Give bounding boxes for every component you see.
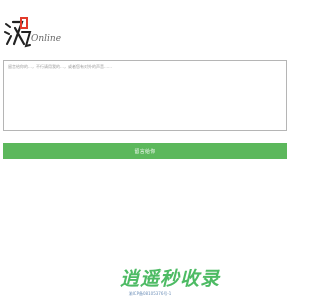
logo-mark-icon	[4, 17, 32, 48]
site-logo[interactable]: Online	[4, 14, 61, 52]
submit-button[interactable]: 留言给你	[3, 143, 287, 159]
feedback-box	[3, 60, 287, 131]
page: Online 留言给你 逍遥秒收录 渝ICP备08105376号-1	[0, 0, 300, 300]
footer-icp-text[interactable]: 渝ICP备08105376号-1	[0, 291, 300, 297]
watermark-text: 逍遥秒收录	[120, 268, 221, 290]
logo-text: Online	[31, 34, 62, 44]
feedback-textarea[interactable]	[4, 61, 286, 130]
